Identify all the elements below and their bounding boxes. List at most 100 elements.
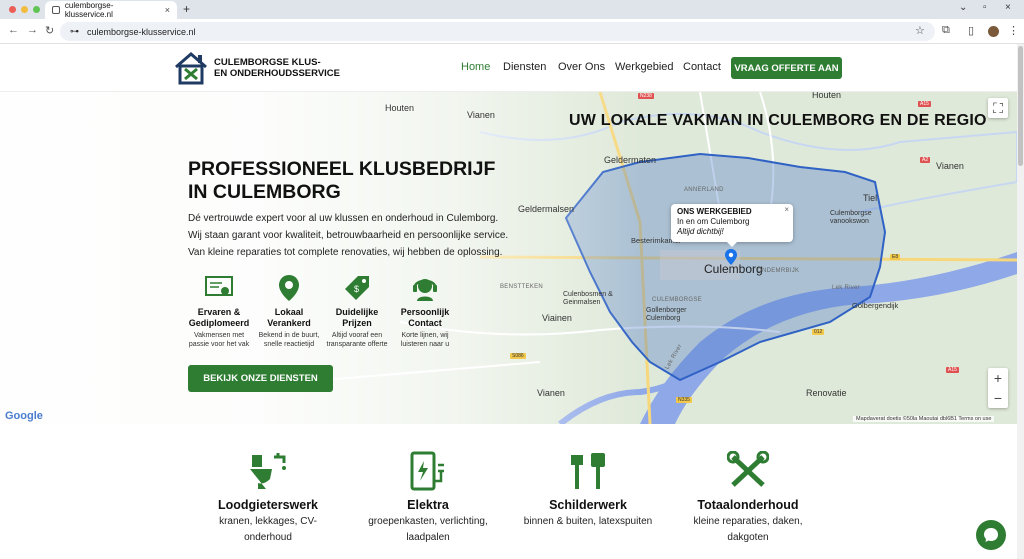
back-icon[interactable]: ←: [8, 24, 19, 36]
bookmark-star-icon[interactable]: ☆: [915, 24, 925, 37]
hero-title: PROFESSIONEEL KLUSBEDRIJF IN CULEMBORG: [188, 158, 495, 204]
service-desc-line-2: dakgoten: [727, 532, 769, 543]
paint-brush-icon: [571, 453, 605, 489]
scrollbar-thumb[interactable]: [1018, 46, 1023, 166]
map-pin-icon: [279, 275, 299, 301]
logo-line-2: EN ONDERHOUDSSERVICE: [214, 68, 340, 79]
map-label-vianen-mid: Viainen: [542, 313, 572, 323]
map-label-culenbosch: Culenbosmen & Geinmalsen: [563, 291, 613, 306]
electric-panel-icon: [410, 451, 444, 491]
service-title: Schilderwerk: [549, 498, 627, 512]
close-icon[interactable]: ×: [1005, 2, 1011, 13]
map-label-culemborgse-small: CULEMBORGSE: [652, 297, 702, 303]
site-info-icon[interactable]: ⊶: [70, 26, 79, 37]
svg-text:$: $: [354, 284, 359, 294]
map-label-houten-right: Houten: [812, 92, 842, 100]
logo[interactable]: CULEMBORGSE KLUS- EN ONDERHOUDSSERVICE: [174, 51, 340, 85]
new-tab-button[interactable]: +: [183, 2, 190, 16]
nav-contact[interactable]: Contact: [683, 61, 721, 73]
service-desc-line-1: binnen & buiten, latexspuiten: [523, 516, 653, 527]
feature-title: Persoonlijk Contact: [400, 307, 450, 328]
chat-button[interactable]: [976, 520, 1006, 550]
road-badge: A15: [918, 101, 931, 107]
feature-ervaren: Ervaren & Gediplomeerd Vakmensen met pas…: [184, 272, 254, 349]
feature-lokaal: Lokaal Verankerd Bekend in de buurt, sne…: [254, 272, 324, 349]
chevron-down-icon[interactable]: ⌄: [959, 2, 967, 13]
restore-icon[interactable]: ▫: [983, 2, 987, 13]
map-label-gollenborger: Gollenborger Culemborg: [646, 307, 687, 322]
map-label-vianen-bottom: Vianen: [537, 388, 565, 398]
road-badge: E8: [890, 254, 901, 260]
service-desc-line-2: onderhoud: [244, 532, 292, 543]
toilet-faucet-icon: [250, 453, 286, 489]
browser-toolbar: ← → ↻ ⊶ culemborgse-klusservice.nl ☆ ⧉ ▯…: [0, 19, 1024, 44]
service-title: Elektra: [407, 498, 449, 512]
hero-title-line-1: PROFESSIONEEL KLUSBEDRIJF: [188, 158, 496, 180]
reload-icon[interactable]: ↻: [45, 24, 54, 37]
services-section: Loodgieterswerk kranen, lekkages, CV- on…: [0, 424, 1017, 559]
sidebar-icon[interactable]: ▯: [968, 24, 974, 37]
road-badge: 012: [812, 329, 825, 335]
service-elektra[interactable]: Elektra groepenkasten, verlichting, laad…: [353, 450, 503, 546]
feature-contact: Persoonlijk Contact Korte lijnen, wij lu…: [390, 272, 460, 349]
feature-desc: Korte lijnen, wij luisteren naar u: [400, 332, 450, 348]
map-label-golbergen: Golbergendijk: [852, 301, 899, 310]
nav-diensten[interactable]: Diensten: [503, 61, 546, 73]
map-label-culemborgse-vanookswon: Culemborgse vanookswon: [830, 210, 872, 225]
map-label-renovatie: Renovatie: [806, 388, 847, 398]
map-headline: UW LOKALE VAKMAN IN CULEMBORG EN DE REGI…: [569, 112, 987, 129]
hero-text-line-1: Dé vertrouwde expert voor al uw klussen …: [188, 213, 499, 224]
address-bar[interactable]: ⊶ culemborgse-klusservice.nl: [60, 22, 935, 41]
close-tab-icon[interactable]: ×: [165, 5, 170, 15]
forward-icon[interactable]: →: [27, 24, 38, 36]
zoom-in-button[interactable]: +: [988, 368, 1008, 388]
chat-bubble-icon: [984, 528, 998, 542]
popup-line: In en om Culemborg: [677, 217, 750, 226]
request-quote-button[interactable]: VRAAG OFFERTE AAN: [731, 57, 842, 79]
nav-home[interactable]: Home: [461, 61, 490, 73]
map-label-houten-left: Houten: [385, 103, 415, 113]
hero-title-line-2: IN CULEMBORG: [188, 181, 341, 203]
service-title: Totaalonderhoud: [697, 498, 799, 512]
map-label-tiel: Tiel: [863, 193, 878, 203]
favicon-icon: [52, 6, 60, 14]
service-desc-line-1: kleine reparaties, daken,: [693, 516, 803, 527]
service-loodgieterswerk[interactable]: Loodgieterswerk kranen, lekkages, CV- on…: [193, 450, 343, 546]
map-label-lek-river: Lek River: [832, 285, 861, 291]
hero-text-line-3: Van kleine reparaties tot complete renov…: [188, 247, 503, 258]
browser-tab[interactable]: culemborgse-klusservice.nl ×: [45, 1, 177, 19]
avatar[interactable]: [988, 26, 999, 37]
feature-title: Lokaal Verankerd: [267, 307, 311, 328]
service-totaalonderhoud[interactable]: Totaalonderhoud kleine reparaties, daken…: [673, 450, 823, 546]
certificate-icon: [205, 276, 233, 296]
maximize-window-button[interactable]: [33, 6, 40, 13]
service-schilderwerk[interactable]: Schilderwerk binnen & buiten, latexspuit…: [513, 450, 663, 530]
map-marker-icon[interactable]: [725, 249, 737, 265]
logo-text: CULEMBORGSE KLUS- EN ONDERHOUDSSERVICE: [214, 57, 340, 79]
service-desc-line-1: groepenkasten, verlichting,: [368, 516, 488, 527]
hero-map-section: Houten Houten Vianen Geldermaten Gelderm…: [0, 92, 1017, 424]
price-tag-icon: $: [345, 276, 369, 300]
map-label-geldermalsen: Geldermalsen: [518, 204, 575, 214]
map-attribution[interactable]: Mapdaverat doetis ©50la Maoutai dbl6B1 T…: [853, 416, 995, 422]
popup-close-icon[interactable]: ×: [784, 205, 789, 215]
fullscreen-button[interactable]: ⛶: [988, 98, 1008, 118]
nav-over-ons[interactable]: Over Ons: [558, 61, 605, 73]
nav-werkgebied[interactable]: Werkgebied: [615, 61, 674, 73]
browser-tab-bar: culemborgse-klusservice.nl × + ⌄ ▫ ×: [0, 0, 1024, 19]
map-label-benstteken: BENSTTEKEN: [500, 284, 544, 290]
road-badge: N335: [676, 397, 692, 403]
close-window-button[interactable]: [9, 6, 16, 13]
minimize-window-button[interactable]: [21, 6, 28, 13]
zoom-out-button[interactable]: −: [988, 388, 1008, 408]
tab-title: culemborgse-klusservice.nl: [64, 1, 114, 19]
menu-icon[interactable]: ⋮: [1008, 24, 1019, 37]
feature-desc: Bekend in de buurt, snelle reactietijd: [258, 332, 320, 348]
road-badge: A15: [946, 367, 959, 373]
map-info-popup: × ONS WERKGEBIED In en om Culemborg Alti…: [671, 204, 793, 247]
feature-title: Duidelijke Prijzen: [335, 307, 379, 328]
url-text: culemborgse-klusservice.nl: [87, 26, 196, 37]
house-tools-logo-icon: [175, 52, 207, 85]
extensions-icon[interactable]: ⧉: [942, 24, 950, 37]
view-services-button[interactable]: BEKIJK ONZE DIENSTEN: [188, 365, 333, 392]
